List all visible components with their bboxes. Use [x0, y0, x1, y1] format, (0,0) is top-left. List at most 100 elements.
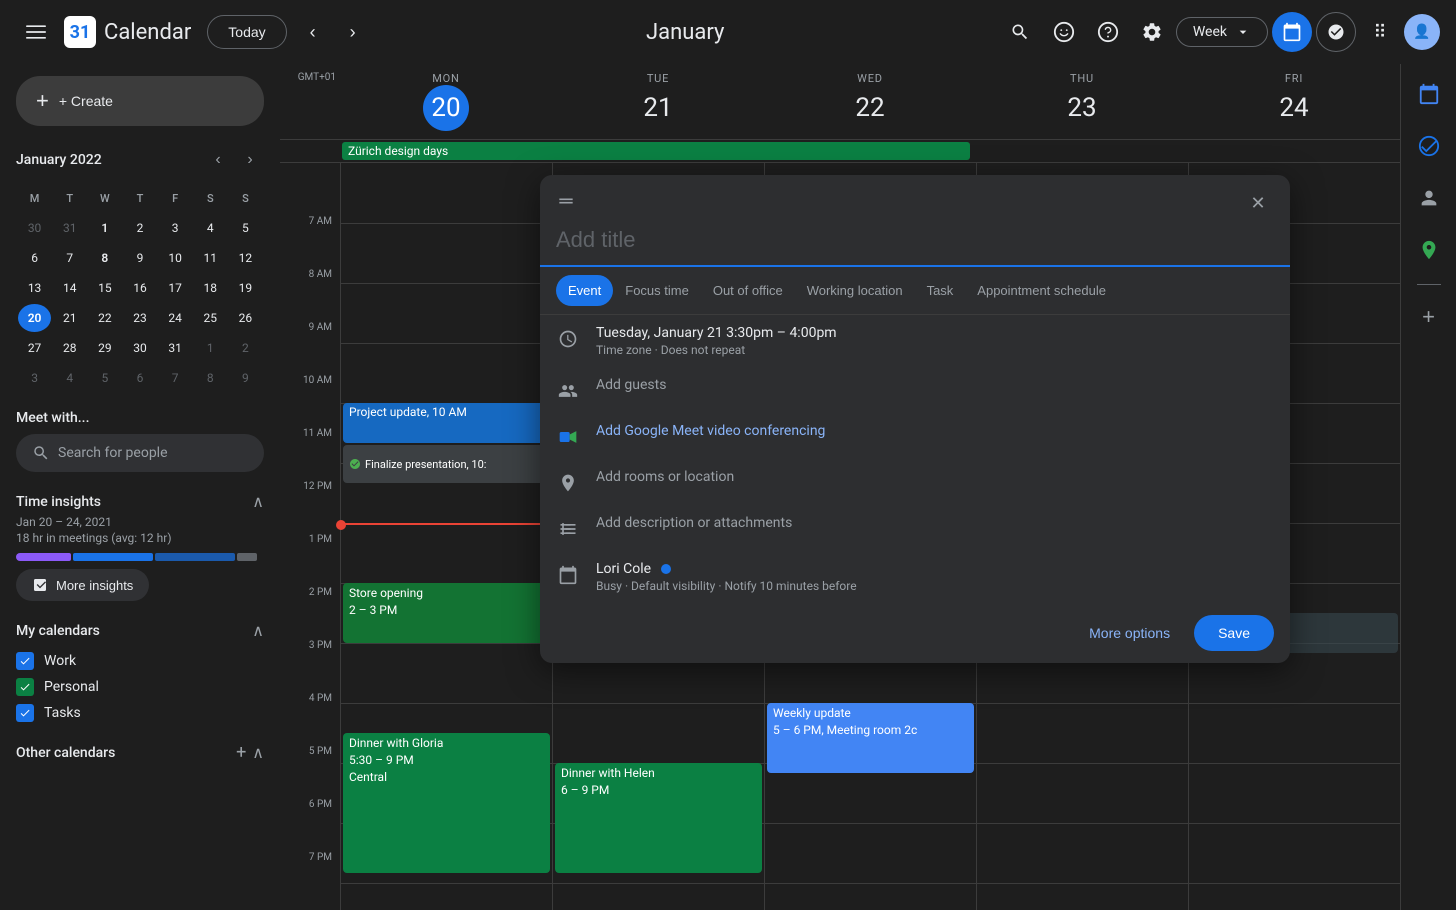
desc-label[interactable]: Add description or attachments [596, 515, 1274, 531]
mini-cal-day[interactable]: 5 [229, 214, 262, 242]
mini-cal-day[interactable]: 30 [123, 334, 156, 362]
right-contacts-icon[interactable] [1411, 180, 1447, 216]
right-add-button[interactable]: + [1413, 301, 1445, 333]
event-finalize[interactable]: Finalize presentation, 10: [343, 445, 550, 483]
mini-cal-day[interactable]: 24 [159, 304, 192, 332]
menu-button[interactable] [16, 12, 56, 52]
mini-cal-day[interactable]: 16 [123, 274, 156, 302]
personal-checkbox[interactable] [16, 678, 34, 696]
other-calendars-add-icon[interactable]: + [236, 742, 246, 763]
event-weekly-update[interactable]: Weekly update5 – 6 PM, Meeting room 2c [767, 703, 974, 773]
mini-cal-day[interactable]: 29 [88, 334, 121, 362]
more-options-button[interactable]: More options [1077, 617, 1182, 649]
mini-cal-day[interactable]: 12 [229, 244, 262, 272]
location-content[interactable]: Add rooms or location [596, 469, 1274, 485]
mini-cal-day[interactable]: 28 [53, 334, 86, 362]
right-calendar-icon[interactable] [1411, 76, 1447, 112]
calendar-item-tasks[interactable]: Tasks [16, 700, 264, 726]
other-calendars-chevron[interactable]: ∧ [252, 743, 264, 762]
dialog-close-button[interactable]: ✕ [1242, 187, 1274, 219]
mini-cal-day[interactable]: 9 [123, 244, 156, 272]
mini-cal-day[interactable]: 10 [159, 244, 192, 272]
location-label[interactable]: Add rooms or location [596, 469, 1274, 485]
search-button[interactable] [1000, 12, 1040, 52]
mini-cal-day[interactable]: 3 [159, 214, 192, 242]
mini-cal-day[interactable]: 5 [88, 364, 121, 392]
tab-event[interactable]: Event [556, 275, 613, 306]
mini-cal-day[interactable]: 13 [18, 274, 51, 302]
event-title-input[interactable] [540, 219, 1290, 267]
mini-cal-day[interactable]: 7 [159, 364, 192, 392]
calendar-item-work[interactable]: Work [16, 648, 264, 674]
calendar-view-button[interactable] [1272, 12, 1312, 52]
avatar[interactable]: 👤 [1404, 14, 1440, 50]
mini-cal-day[interactable]: 6 [123, 364, 156, 392]
event-project-update[interactable]: Project update, 10 AM [343, 403, 550, 443]
today-button[interactable]: Today [207, 15, 286, 49]
tasks-checkbox[interactable] [16, 704, 34, 722]
mini-cal-day[interactable]: 14 [53, 274, 86, 302]
calendar-item-personal[interactable]: Personal [16, 674, 264, 700]
add-guests-label[interactable]: Add guests [596, 377, 1274, 393]
mini-cal-day[interactable]: 31 [159, 334, 192, 362]
event-dinner-gloria[interactable]: Dinner with Gloria5:30 – 9 PMCentral [343, 733, 550, 873]
mini-cal-day[interactable]: 2 [123, 214, 156, 242]
mini-cal-day[interactable]: 21 [53, 304, 86, 332]
day-num-wed[interactable]: 22 [847, 85, 893, 131]
mini-cal-day[interactable]: 1 [88, 214, 121, 242]
mini-cal-day[interactable]: 9 [229, 364, 262, 392]
mini-cal-day[interactable]: 3 [18, 364, 51, 392]
datetime-main[interactable]: Tuesday, January 21 3:30pm – 4:00pm [596, 325, 1274, 341]
meet-label[interactable]: Add Google Meet video conferencing [596, 423, 1274, 439]
mini-cal-day[interactable]: 8 [88, 244, 121, 272]
right-tasks-icon[interactable] [1411, 128, 1447, 164]
tab-focus[interactable]: Focus time [613, 275, 701, 306]
tab-appointment[interactable]: Appointment schedule [965, 275, 1118, 306]
work-checkbox[interactable] [16, 652, 34, 670]
day-num-thu[interactable]: 23 [1059, 85, 1105, 131]
meet-content[interactable]: Add Google Meet video conferencing [596, 423, 1274, 439]
day-num-mon[interactable]: 20 [423, 85, 469, 131]
mini-cal-day[interactable]: 17 [159, 274, 192, 302]
mini-cal-day[interactable]: 31 [53, 214, 86, 242]
day-num-tue[interactable]: 21 [635, 85, 681, 131]
prev-arrow[interactable]: ‹ [295, 14, 331, 50]
tab-ooo[interactable]: Out of office [701, 275, 795, 306]
mini-cal-day[interactable]: 8 [194, 364, 227, 392]
mini-cal-day[interactable]: 30 [18, 214, 51, 242]
guests-content[interactable]: Add guests [596, 377, 1274, 393]
event-dinner-helen[interactable]: Dinner with Helen6 – 9 PM [555, 763, 762, 873]
mini-cal-day[interactable]: 25 [194, 304, 227, 332]
apps-button[interactable]: ⠿ [1360, 12, 1400, 52]
mini-cal-day[interactable]: 4 [194, 214, 227, 242]
lori-cole-label[interactable]: Lori Cole [596, 561, 1274, 577]
mini-cal-day[interactable]: 26 [229, 304, 262, 332]
mini-cal-day[interactable]: 7 [53, 244, 86, 272]
help-button[interactable] [1088, 12, 1128, 52]
create-button[interactable]: + + Create [16, 76, 264, 126]
event-store-opening[interactable]: Store opening2 – 3 PM [343, 583, 550, 643]
mini-cal-day[interactable]: 23 [123, 304, 156, 332]
search-people[interactable]: Search for people [16, 434, 264, 472]
view-selector[interactable]: Week [1176, 17, 1268, 47]
mini-cal-day[interactable]: 19 [229, 274, 262, 302]
mini-cal-day[interactable]: 20 [18, 304, 51, 332]
next-arrow[interactable]: › [335, 14, 371, 50]
mini-cal-day[interactable]: 27 [18, 334, 51, 362]
save-button[interactable]: Save [1194, 615, 1274, 651]
mini-cal-day[interactable]: 22 [88, 304, 121, 332]
mini-cal-next[interactable]: › [236, 146, 264, 174]
day-num-fri[interactable]: 24 [1271, 85, 1317, 131]
tab-working-location[interactable]: Working location [795, 275, 915, 306]
settings-button[interactable] [1132, 12, 1172, 52]
desc-content[interactable]: Add description or attachments [596, 515, 1274, 531]
more-insights-button[interactable]: More insights [16, 569, 149, 601]
right-maps-icon[interactable] [1411, 232, 1447, 268]
mini-cal-day[interactable]: 15 [88, 274, 121, 302]
mini-cal-day[interactable]: 1 [194, 334, 227, 362]
status-button[interactable] [1044, 12, 1084, 52]
mini-cal-day[interactable]: 18 [194, 274, 227, 302]
mini-cal-day[interactable]: 2 [229, 334, 262, 362]
mini-cal-day[interactable]: 11 [194, 244, 227, 272]
tab-task[interactable]: Task [915, 275, 966, 306]
